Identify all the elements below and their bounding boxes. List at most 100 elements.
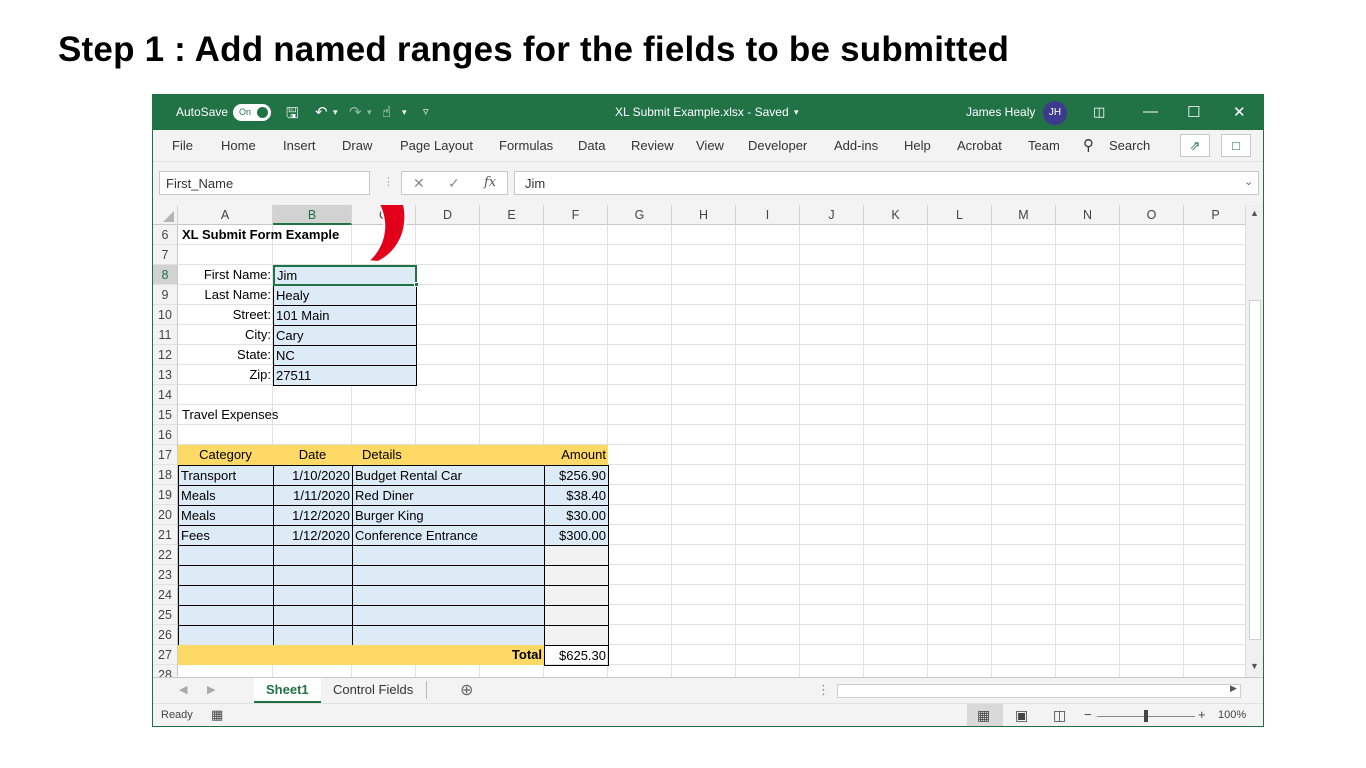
avatar[interactable]: JH bbox=[1043, 101, 1067, 125]
undo-dropdown-icon[interactable]: ▾ bbox=[333, 107, 338, 118]
row-header[interactable]: 25 bbox=[153, 605, 178, 625]
touch-dropdown-icon[interactable]: ▾ bbox=[402, 107, 407, 118]
scroll-up-icon[interactable]: ▲ bbox=[1250, 208, 1259, 218]
customize-toolbar-icon[interactable]: ▿ bbox=[423, 105, 429, 118]
expand-formula-icon[interactable]: ⌄ bbox=[1244, 175, 1253, 188]
tab-team[interactable]: Team bbox=[1028, 138, 1060, 153]
normal-view-icon[interactable]: ▦ bbox=[977, 707, 990, 724]
cancel-icon[interactable]: ✕ bbox=[413, 175, 425, 192]
tab-review[interactable]: Review bbox=[631, 138, 674, 153]
enter-icon[interactable]: ✓ bbox=[448, 175, 460, 192]
empty-expense-cell[interactable] bbox=[273, 585, 353, 606]
scroll-thumb[interactable] bbox=[1249, 300, 1261, 640]
row-header[interactable]: 22 bbox=[153, 545, 178, 565]
tab-view[interactable]: View bbox=[696, 138, 724, 153]
tab-draw[interactable]: Draw bbox=[342, 138, 372, 153]
sheet-tab-sheet1[interactable]: Sheet1 bbox=[254, 678, 321, 703]
empty-expense-cell[interactable] bbox=[352, 625, 545, 646]
row-header[interactable]: 27 bbox=[153, 645, 178, 665]
empty-expense-cell[interactable] bbox=[544, 545, 609, 566]
horizontal-scrollbar[interactable] bbox=[837, 684, 1241, 698]
tab-home[interactable]: Home bbox=[221, 138, 256, 153]
empty-expense-cell[interactable] bbox=[544, 585, 609, 606]
accessibility-icon[interactable]: ▦ bbox=[211, 707, 223, 723]
empty-expense-cell[interactable] bbox=[352, 585, 545, 606]
formula-input[interactable]: Jim bbox=[514, 171, 1259, 195]
undo-icon[interactable]: ↶ bbox=[315, 103, 328, 121]
search-icon[interactable]: ⚲ bbox=[1083, 136, 1094, 154]
comments-button[interactable]: □ bbox=[1221, 134, 1251, 157]
row-header[interactable]: 24 bbox=[153, 585, 178, 605]
empty-expense-cell[interactable] bbox=[273, 545, 353, 566]
column-header-j[interactable]: J bbox=[800, 205, 864, 225]
empty-expense-cell[interactable] bbox=[178, 565, 274, 586]
expense-amount[interactable]: $300.00 bbox=[544, 525, 609, 546]
row-header[interactable]: 28 bbox=[153, 665, 178, 677]
empty-expense-cell[interactable] bbox=[352, 545, 545, 566]
zoom-slider-thumb[interactable] bbox=[1144, 710, 1148, 722]
autosave-toggle[interactable]: On bbox=[233, 104, 271, 121]
save-icon[interactable]: 🖫 bbox=[286, 103, 299, 128]
add-sheet-icon[interactable]: ⊕ bbox=[460, 680, 473, 700]
column-header-h[interactable]: H bbox=[672, 205, 736, 225]
column-header-k[interactable]: K bbox=[864, 205, 928, 225]
empty-expense-cell[interactable] bbox=[544, 605, 609, 626]
fx-button[interactable]: fx bbox=[484, 175, 496, 190]
page-layout-view-icon[interactable]: ▣ bbox=[1015, 707, 1028, 724]
zoom-level[interactable]: 100% bbox=[1218, 709, 1246, 721]
empty-expense-cell[interactable] bbox=[544, 625, 609, 646]
zoom-out-icon[interactable]: − bbox=[1084, 707, 1092, 722]
column-header-l[interactable]: L bbox=[928, 205, 992, 225]
column-header-i[interactable]: I bbox=[736, 205, 800, 225]
expense-date[interactable]: 1/12/2020 bbox=[273, 525, 353, 546]
tab-help[interactable]: Help bbox=[904, 138, 931, 153]
empty-expense-cell[interactable] bbox=[352, 565, 545, 586]
redo-dropdown-icon[interactable]: ▾ bbox=[367, 107, 372, 118]
column-header-g[interactable]: G bbox=[608, 205, 672, 225]
expense-details[interactable]: Conference Entrance bbox=[352, 525, 545, 546]
row-header[interactable]: 23 bbox=[153, 565, 178, 585]
expense-category[interactable]: Fees bbox=[178, 525, 274, 546]
page-break-view-icon[interactable]: ◫ bbox=[1053, 707, 1066, 724]
tab-page-layout[interactable]: Page Layout bbox=[400, 138, 473, 153]
name-box[interactable]: First_Name bbox=[159, 171, 370, 195]
column-header-p[interactable]: P bbox=[1184, 205, 1245, 225]
empty-expense-cell[interactable] bbox=[178, 545, 274, 566]
next-sheet-icon[interactable]: ▶ bbox=[207, 683, 215, 696]
touch-mode-icon[interactable]: ☝ bbox=[382, 103, 391, 121]
close-icon[interactable]: ✕ bbox=[1233, 103, 1246, 121]
share-button[interactable]: ⇗ bbox=[1180, 134, 1210, 157]
scroll-right-icon[interactable]: ▶ bbox=[1230, 683, 1237, 694]
empty-expense-cell[interactable] bbox=[352, 605, 545, 626]
vertical-scrollbar[interactable]: ▲ ▼ bbox=[1245, 205, 1263, 677]
splitter-icon[interactable]: ⋮ bbox=[817, 682, 830, 698]
tab-data[interactable]: Data bbox=[578, 138, 605, 153]
tab-file[interactable]: File bbox=[172, 138, 193, 153]
row-header[interactable]: 26 bbox=[153, 625, 178, 645]
scroll-down-icon[interactable]: ▼ bbox=[1250, 661, 1259, 671]
column-header-o[interactable]: O bbox=[1120, 205, 1184, 225]
empty-expense-cell[interactable] bbox=[273, 625, 353, 646]
tab-add-ins[interactable]: Add-ins bbox=[834, 138, 878, 153]
empty-expense-cell[interactable] bbox=[178, 625, 274, 646]
search-label[interactable]: Search bbox=[1109, 138, 1150, 153]
empty-expense-cell[interactable] bbox=[178, 605, 274, 626]
minimize-icon[interactable]: — bbox=[1143, 103, 1158, 120]
empty-expense-cell[interactable] bbox=[544, 565, 609, 586]
prev-sheet-icon[interactable]: ◀ bbox=[179, 683, 187, 696]
tab-formulas[interactable]: Formulas bbox=[499, 138, 553, 153]
column-header-n[interactable]: N bbox=[1056, 205, 1120, 225]
empty-expense-cell[interactable] bbox=[273, 605, 353, 626]
ribbon-display-icon[interactable]: ◫ bbox=[1093, 104, 1105, 120]
row-header[interactable]: 21 bbox=[153, 525, 178, 545]
maximize-icon[interactable]: ☐ bbox=[1187, 103, 1200, 121]
redo-icon[interactable]: ↷ bbox=[349, 103, 362, 121]
tab-developer[interactable]: Developer bbox=[748, 138, 807, 153]
worksheet-grid[interactable]: A B C D E F G H I J K L M N O P 6 7 8 9 … bbox=[153, 205, 1245, 677]
zoom-in-icon[interactable]: + bbox=[1198, 707, 1206, 722]
title-dropdown-icon[interactable]: ▾ bbox=[794, 107, 799, 118]
sheet-tab-control-fields[interactable]: Control Fields bbox=[321, 678, 425, 703]
empty-expense-cell[interactable] bbox=[178, 585, 274, 606]
empty-expense-cell[interactable] bbox=[273, 565, 353, 586]
column-header-m[interactable]: M bbox=[992, 205, 1056, 225]
